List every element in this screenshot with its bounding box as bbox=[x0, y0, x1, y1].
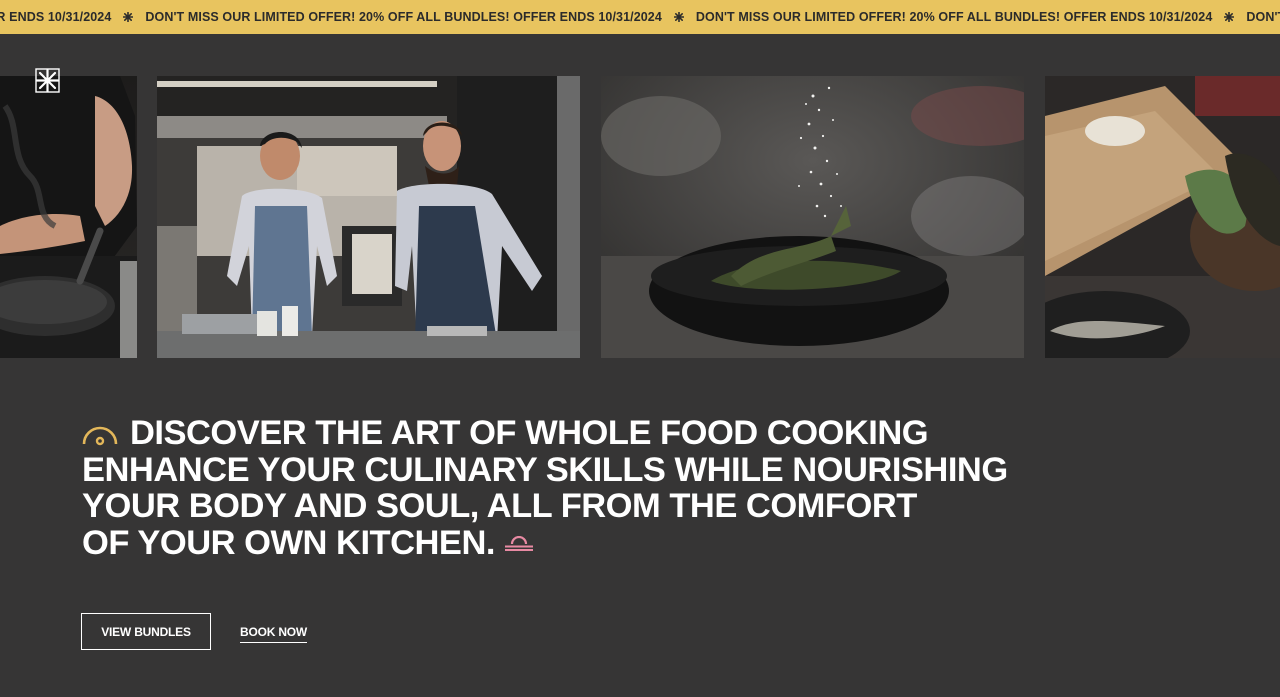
asterisk-star-icon bbox=[1224, 12, 1235, 22]
view-bundles-button[interactable]: VIEW BUNDLES bbox=[81, 613, 211, 650]
brand-asterisk-logo[interactable] bbox=[34, 67, 61, 94]
arc-rainbow-icon bbox=[82, 417, 118, 446]
headline-text-3: YOUR BODY AND SOUL, ALL FROM THE COMFORT bbox=[82, 487, 917, 525]
asterisk-star-icon bbox=[673, 12, 684, 22]
ticker-text: DON'T MISS OUR LIMITED OFFER! 20% OFF AL… bbox=[1246, 10, 1280, 24]
headline-line-1: DISCOVER THE ART OF WHOLE FOOD COOKING bbox=[82, 415, 1082, 452]
headline-text-1: DISCOVER THE ART OF WHOLE FOOD COOKING bbox=[130, 414, 929, 452]
headline-text-2: ENHANCE YOUR CULINARY SKILLS WHILE NOURI… bbox=[82, 450, 1008, 489]
salad-bowls-image bbox=[1045, 76, 1280, 358]
ticker-text: ER ENDS 10/31/2024 bbox=[0, 10, 112, 24]
ticker-text: DON'T MISS OUR LIMITED OFFER! 20% OFF AL… bbox=[695, 10, 1213, 24]
sunrise-lines-icon bbox=[503, 523, 535, 551]
headline-line-4: OF YOUR OWN KITCHEN. bbox=[82, 523, 1082, 562]
asterisk-star-icon bbox=[123, 12, 134, 22]
hero-headline: DISCOVER THE ART OF WHOLE FOOD COOKING E… bbox=[82, 415, 1082, 561]
chef-with-pan-image bbox=[0, 76, 137, 358]
headline-text-4: OF YOUR OWN KITCHEN. bbox=[82, 523, 495, 562]
salting-bowl-image bbox=[601, 76, 1024, 358]
two-chefs-kitchen-image bbox=[157, 76, 580, 358]
book-now-link[interactable]: BOOK NOW bbox=[240, 624, 307, 643]
image-gallery bbox=[0, 68, 1280, 358]
ticker-track: ER ENDS 10/31/2024 DON'T MISS OUR LIMITE… bbox=[0, 0, 1280, 34]
announcement-ticker: ER ENDS 10/31/2024 DON'T MISS OUR LIMITE… bbox=[0, 0, 1280, 34]
ticker-text: DON'T MISS OUR LIMITED OFFER! 20% OFF AL… bbox=[145, 10, 662, 24]
